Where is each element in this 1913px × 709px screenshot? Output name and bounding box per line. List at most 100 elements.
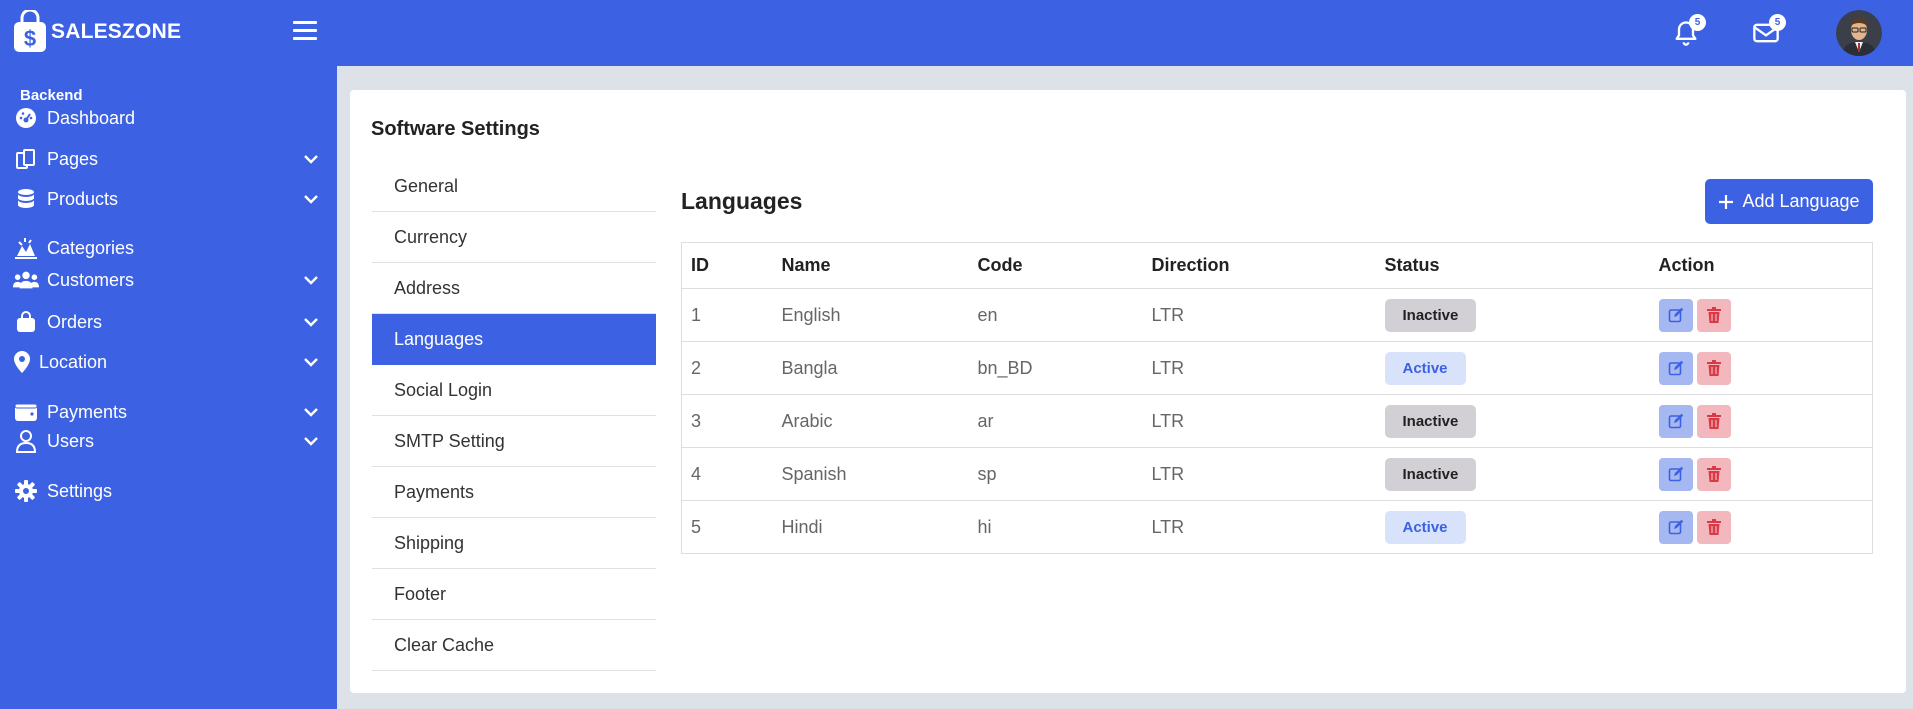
table-row: 5 Hindi hi LTR Active <box>681 500 1873 554</box>
status-badge: Inactive <box>1384 404 1477 438</box>
cell-status: Inactive <box>1375 447 1650 501</box>
cell-code: hi <box>968 500 1143 554</box>
trash-icon <box>1706 413 1721 429</box>
cell-status: Active <box>1375 500 1650 554</box>
settings-menu-item-general[interactable]: General <box>372 161 656 212</box>
edit-button[interactable] <box>1658 457 1693 491</box>
cell-id: 5 <box>681 500 773 554</box>
database-icon <box>13 186 39 212</box>
map-pin-icon <box>13 349 31 375</box>
menu-toggle-button[interactable] <box>293 21 317 43</box>
sidebar-item-label: Users <box>47 430 95 451</box>
notifications-button[interactable]: 5 <box>1672 14 1706 47</box>
hamburger-icon-bar <box>293 21 317 24</box>
chevron-down-icon <box>304 318 318 327</box>
settings-menu-item-shipping[interactable]: Shipping <box>372 518 656 569</box>
settings-menu-item-languages[interactable]: Languages <box>372 314 656 365</box>
cell-id: 2 <box>681 341 773 395</box>
brand-name: SALESZONE <box>51 20 182 43</box>
plus-icon <box>1719 194 1734 209</box>
gear-icon <box>13 478 39 504</box>
table-row: 2 Bangla bn_BD LTR Active <box>681 341 1873 395</box>
chevron-down-icon <box>304 276 318 285</box>
cell-id: 3 <box>681 394 773 448</box>
trash-icon <box>1706 466 1721 482</box>
settings-menu-item-currency[interactable]: Currency <box>372 212 656 263</box>
cell-direction: LTR <box>1142 394 1376 448</box>
cell-status: Inactive <box>1375 394 1650 448</box>
add-language-button[interactable]: Add Language <box>1705 179 1873 224</box>
settings-menu-item-smtp-setting[interactable]: SMTP Setting <box>372 416 656 467</box>
cell-status: Inactive <box>1375 288 1650 342</box>
delete-button[interactable] <box>1696 510 1731 544</box>
edit-button[interactable] <box>1658 510 1693 544</box>
settings-menu: General Currency Address Languages Socia… <box>372 161 656 671</box>
column-header-direction: Direction <box>1142 242 1376 289</box>
languages-title: Languages <box>681 188 803 214</box>
sidebar-item-dashboard[interactable]: Dashboard <box>0 98 337 138</box>
edit-button[interactable] <box>1658 351 1693 385</box>
status-badge: Inactive <box>1384 457 1477 491</box>
brand[interactable]: $ SALESZONE <box>12 10 181 54</box>
sidebar-item-products[interactable]: Products <box>0 179 337 219</box>
trash-icon <box>1706 519 1721 535</box>
edit-icon <box>1668 307 1683 323</box>
delete-button[interactable] <box>1696 404 1731 438</box>
svg-text:$: $ <box>24 26 36 51</box>
chevron-down-icon <box>304 408 318 417</box>
chevron-down-icon <box>304 358 318 367</box>
messages-button[interactable]: 5 <box>1752 14 1786 47</box>
chevron-down-icon <box>304 437 318 446</box>
dashboard-icon <box>13 105 39 131</box>
avatar-image <box>1836 10 1882 56</box>
settings-menu-item-payments[interactable]: Payments <box>372 467 656 518</box>
shopping-bag-icon <box>13 309 39 335</box>
settings-menu-item-address[interactable]: Address <box>372 263 656 314</box>
cell-code: sp <box>968 447 1143 501</box>
sidebar-item-users[interactable]: Users <box>0 421 337 461</box>
cell-code: bn_BD <box>968 341 1143 395</box>
pages-icon <box>13 146 39 172</box>
edit-icon <box>1668 519 1683 535</box>
cell-name: Arabic <box>772 394 969 448</box>
status-badge: Active <box>1384 510 1466 544</box>
sidebar-item-pages[interactable]: Pages <box>0 139 337 179</box>
cell-name: Hindi <box>772 500 969 554</box>
cell-name: Bangla <box>772 341 969 395</box>
sidebar-item-customers[interactable]: Customers <box>0 260 337 300</box>
column-header-name: Name <box>772 242 969 289</box>
cell-direction: LTR <box>1142 500 1376 554</box>
settings-menu-item-social-login[interactable]: Social Login <box>372 365 656 416</box>
cell-action <box>1649 447 1873 501</box>
sidebar-item-settings[interactable]: Settings <box>0 471 337 511</box>
edit-button[interactable] <box>1658 298 1693 332</box>
cell-name: Spanish <box>772 447 969 501</box>
settings-menu-item-clear-cache[interactable]: Clear Cache <box>372 620 656 671</box>
sidebar-item-label: Settings <box>47 480 113 501</box>
user-avatar[interactable] <box>1836 10 1882 56</box>
hamburger-icon-bar <box>293 29 317 32</box>
delete-button[interactable] <box>1696 298 1731 332</box>
settings-menu-item-footer[interactable]: Footer <box>372 569 656 620</box>
delete-button[interactable] <box>1696 457 1731 491</box>
languages-table: ID Name Code Direction Status Action 1 E… <box>681 242 1873 554</box>
sidebar-item-label: Location <box>39 351 108 372</box>
sidebar-item-orders[interactable]: Orders <box>0 302 337 342</box>
sidebar-item-label: Pages <box>47 148 99 169</box>
sidebar-item-label: Customers <box>47 269 135 290</box>
table-row: 1 English en LTR Inactive <box>681 288 1873 342</box>
sidebar-item-label: Products <box>47 188 119 209</box>
cell-code: ar <box>968 394 1143 448</box>
edit-button[interactable] <box>1658 404 1693 438</box>
edit-icon <box>1668 413 1683 429</box>
delete-button[interactable] <box>1696 351 1731 385</box>
sidebar-item-location[interactable]: Location <box>0 342 337 382</box>
messages-count-badge: 5 <box>1769 14 1786 31</box>
table-row: 4 Spanish sp LTR Inactive <box>681 447 1873 501</box>
top-bar: $ SALESZONE 5 5 <box>0 0 1913 66</box>
sidebar-item-label: Categories <box>47 237 135 258</box>
users-group-icon <box>13 267 39 293</box>
page-title: Software Settings <box>371 118 540 140</box>
shopping-bag-logo-icon: $ <box>14 10 46 52</box>
table-row: 3 Arabic ar LTR Inactive <box>681 394 1873 448</box>
